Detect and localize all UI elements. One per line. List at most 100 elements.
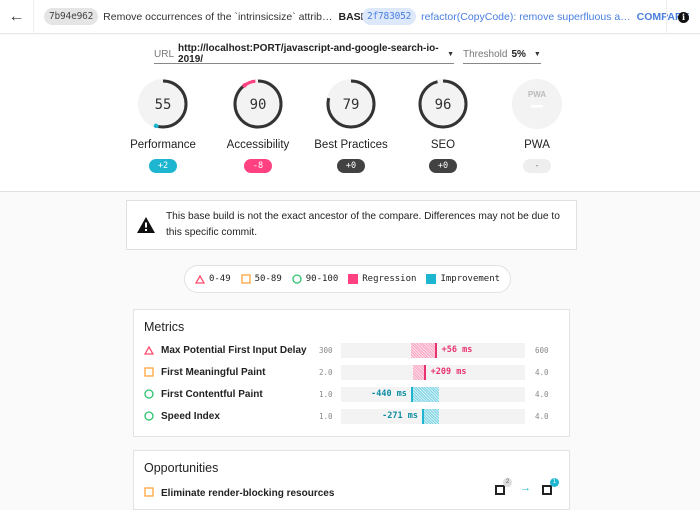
delta-badge: +0 — [337, 159, 365, 173]
metric-name: First Meaningful Paint — [161, 366, 266, 378]
square-icon — [144, 484, 154, 502]
metric-delta: -440 ms — [371, 388, 407, 399]
square-icon — [240, 274, 251, 284]
threshold-label: Threshold — [463, 48, 508, 60]
warning-icon — [127, 216, 166, 234]
pwa-icon: PWA — [528, 90, 546, 99]
back-button[interactable]: ← — [0, 0, 34, 34]
metric-range-min: 1.0 — [319, 389, 333, 399]
category-label: Performance — [130, 139, 196, 151]
delta-marker — [153, 123, 159, 129]
gauge-ring: 96 — [418, 79, 468, 129]
compare-count: 1 — [550, 478, 559, 487]
info-button[interactable]: i — [666, 0, 700, 34]
triangle-icon — [144, 345, 154, 355]
gauge-performance[interactable]: 55 Performance +2 — [113, 77, 213, 173]
metric-range-max: 600 — [535, 345, 549, 355]
metric-row[interactable]: First Contentful Paint 1.0 -440 ms 4.0 — [144, 386, 564, 402]
gauge-accessibility[interactable]: 90 Accessibility -8 — [208, 77, 308, 173]
opportunity-name: Eliminate render-blocking resources — [161, 487, 335, 499]
metric-delta: +56 ms — [441, 344, 473, 355]
score-header: URL http://localhost:PORT/javascript-and… — [0, 35, 700, 192]
arrow-right-icon: → — [520, 482, 531, 494]
metric-range-min: 300 — [319, 345, 333, 355]
legend-label: Regression — [362, 274, 417, 284]
regression-swatch-icon — [348, 274, 359, 284]
url-select[interactable]: URL http://localhost:PORT/javascript-and… — [154, 43, 454, 65]
circle-icon — [144, 411, 154, 421]
compare-commit-message: refactor(CopyCode): remove superfluous a… — [421, 10, 631, 23]
metric-delta-track: -271 ms — [341, 408, 525, 424]
metric-name: Speed Index — [161, 410, 220, 422]
score-value: 79 — [343, 97, 360, 113]
legend-item-regression: Regression — [348, 274, 416, 284]
base-hash: 7b94e962 — [44, 8, 99, 25]
chevron-down-icon: ▼ — [447, 50, 454, 58]
metric-row[interactable]: Speed Index 1.0 -271 ms 4.0 — [144, 408, 564, 424]
metric-range-max: 4.0 — [535, 411, 549, 421]
gauge-best-practices[interactable]: 79 Best Practices +0 — [301, 77, 401, 173]
metric-delta-track: +209 ms — [341, 364, 525, 380]
compare-build[interactable]: 2f783052 refactor(CopyCode): remove supe… — [362, 0, 690, 34]
legend-label: 50-89 — [254, 274, 282, 284]
metric-range-max: 4.0 — [535, 367, 549, 377]
top-bar: ← 7b94e962 Remove occurrences of the `in… — [0, 0, 700, 34]
warning-text: This base build is not the exact ancesto… — [165, 211, 560, 238]
gauge-seo[interactable]: 96 SEO +0 — [393, 77, 493, 173]
delta-badge: +2 — [149, 159, 177, 173]
regression-bar — [410, 342, 437, 358]
metric-range-min: 1.0 — [319, 411, 333, 421]
delta-badge: - — [523, 159, 551, 173]
metric-delta-track: -440 ms — [341, 386, 525, 402]
ancestor-warning: This base build is not the exact ancesto… — [126, 200, 577, 250]
base-build[interactable]: 7b94e962 Remove occurrences of the `intr… — [44, 0, 368, 34]
compare-requests-icon: 1 — [542, 478, 559, 495]
arrow-left-icon: ← — [8, 7, 25, 25]
score-value: 90 — [250, 97, 267, 113]
metrics-card: Metrics Max Potential First Input Delay 3… — [133, 309, 570, 437]
base-count: 2 — [503, 478, 512, 487]
metric-delta: -271 ms — [382, 410, 418, 421]
regression-bar — [412, 364, 426, 380]
delta-badge: -8 — [244, 159, 272, 173]
delta-marker — [242, 83, 247, 88]
legend: 0-49 50-89 90-100 Regression Improvement — [184, 265, 511, 293]
opportunities-title: Opportunities — [144, 461, 219, 475]
metric-delta: +209 ms — [430, 366, 467, 377]
score-value: 55 — [155, 97, 172, 113]
gauge-pwa[interactable]: PWA PWA - — [487, 77, 587, 173]
gauge-ring: 79 — [326, 79, 376, 129]
metric-name: First Contentful Paint — [161, 388, 263, 400]
metric-delta-track: +56 ms — [341, 342, 525, 358]
triangle-icon — [194, 274, 205, 284]
category-label: Accessibility — [226, 139, 290, 151]
square-icon — [144, 367, 154, 377]
threshold-select[interactable]: Threshold 5% ▼ — [463, 45, 541, 64]
metrics-title: Metrics — [144, 320, 185, 334]
legend-item-pass: 90-100 — [292, 274, 339, 284]
legend-item-average: 50-89 — [240, 274, 282, 284]
delta-badge: +0 — [429, 159, 457, 173]
improvement-bar — [410, 386, 439, 402]
category-label: SEO — [430, 139, 456, 151]
metric-row[interactable]: First Meaningful Paint 2.0 +209 ms 4.0 — [144, 364, 564, 380]
metric-row[interactable]: Max Potential First Input Delay 300 +56 ms… — [144, 342, 564, 358]
category-label: Best Practices — [314, 139, 388, 151]
threshold-value: 5% — [511, 48, 526, 60]
base-commit-message: Remove occurrences of the `intrinsicsize… — [103, 10, 333, 23]
opportunities-card: Opportunities Eliminate render-blocking … — [133, 450, 570, 510]
score-value: 96 — [435, 97, 452, 113]
circle-icon — [292, 274, 302, 284]
gauge-ring: 55 — [138, 79, 188, 129]
url-value: http://localhost:PORT/javascript-and-goo… — [178, 43, 439, 65]
metric-range-max: 4.0 — [535, 389, 549, 399]
legend-label: Improvement — [440, 274, 501, 284]
url-label: URL — [154, 48, 175, 60]
legend-label: 90-100 — [305, 274, 339, 284]
gauge-ring: 90 — [233, 79, 283, 129]
improvement-bar — [421, 408, 439, 424]
compare-hash: 2f783052 — [362, 8, 417, 25]
legend-item-improvement: Improvement — [426, 274, 500, 284]
opportunity-row[interactable]: Eliminate render-blocking resources 2 → … — [144, 478, 564, 502]
gauge-ring: PWA — [512, 79, 562, 129]
